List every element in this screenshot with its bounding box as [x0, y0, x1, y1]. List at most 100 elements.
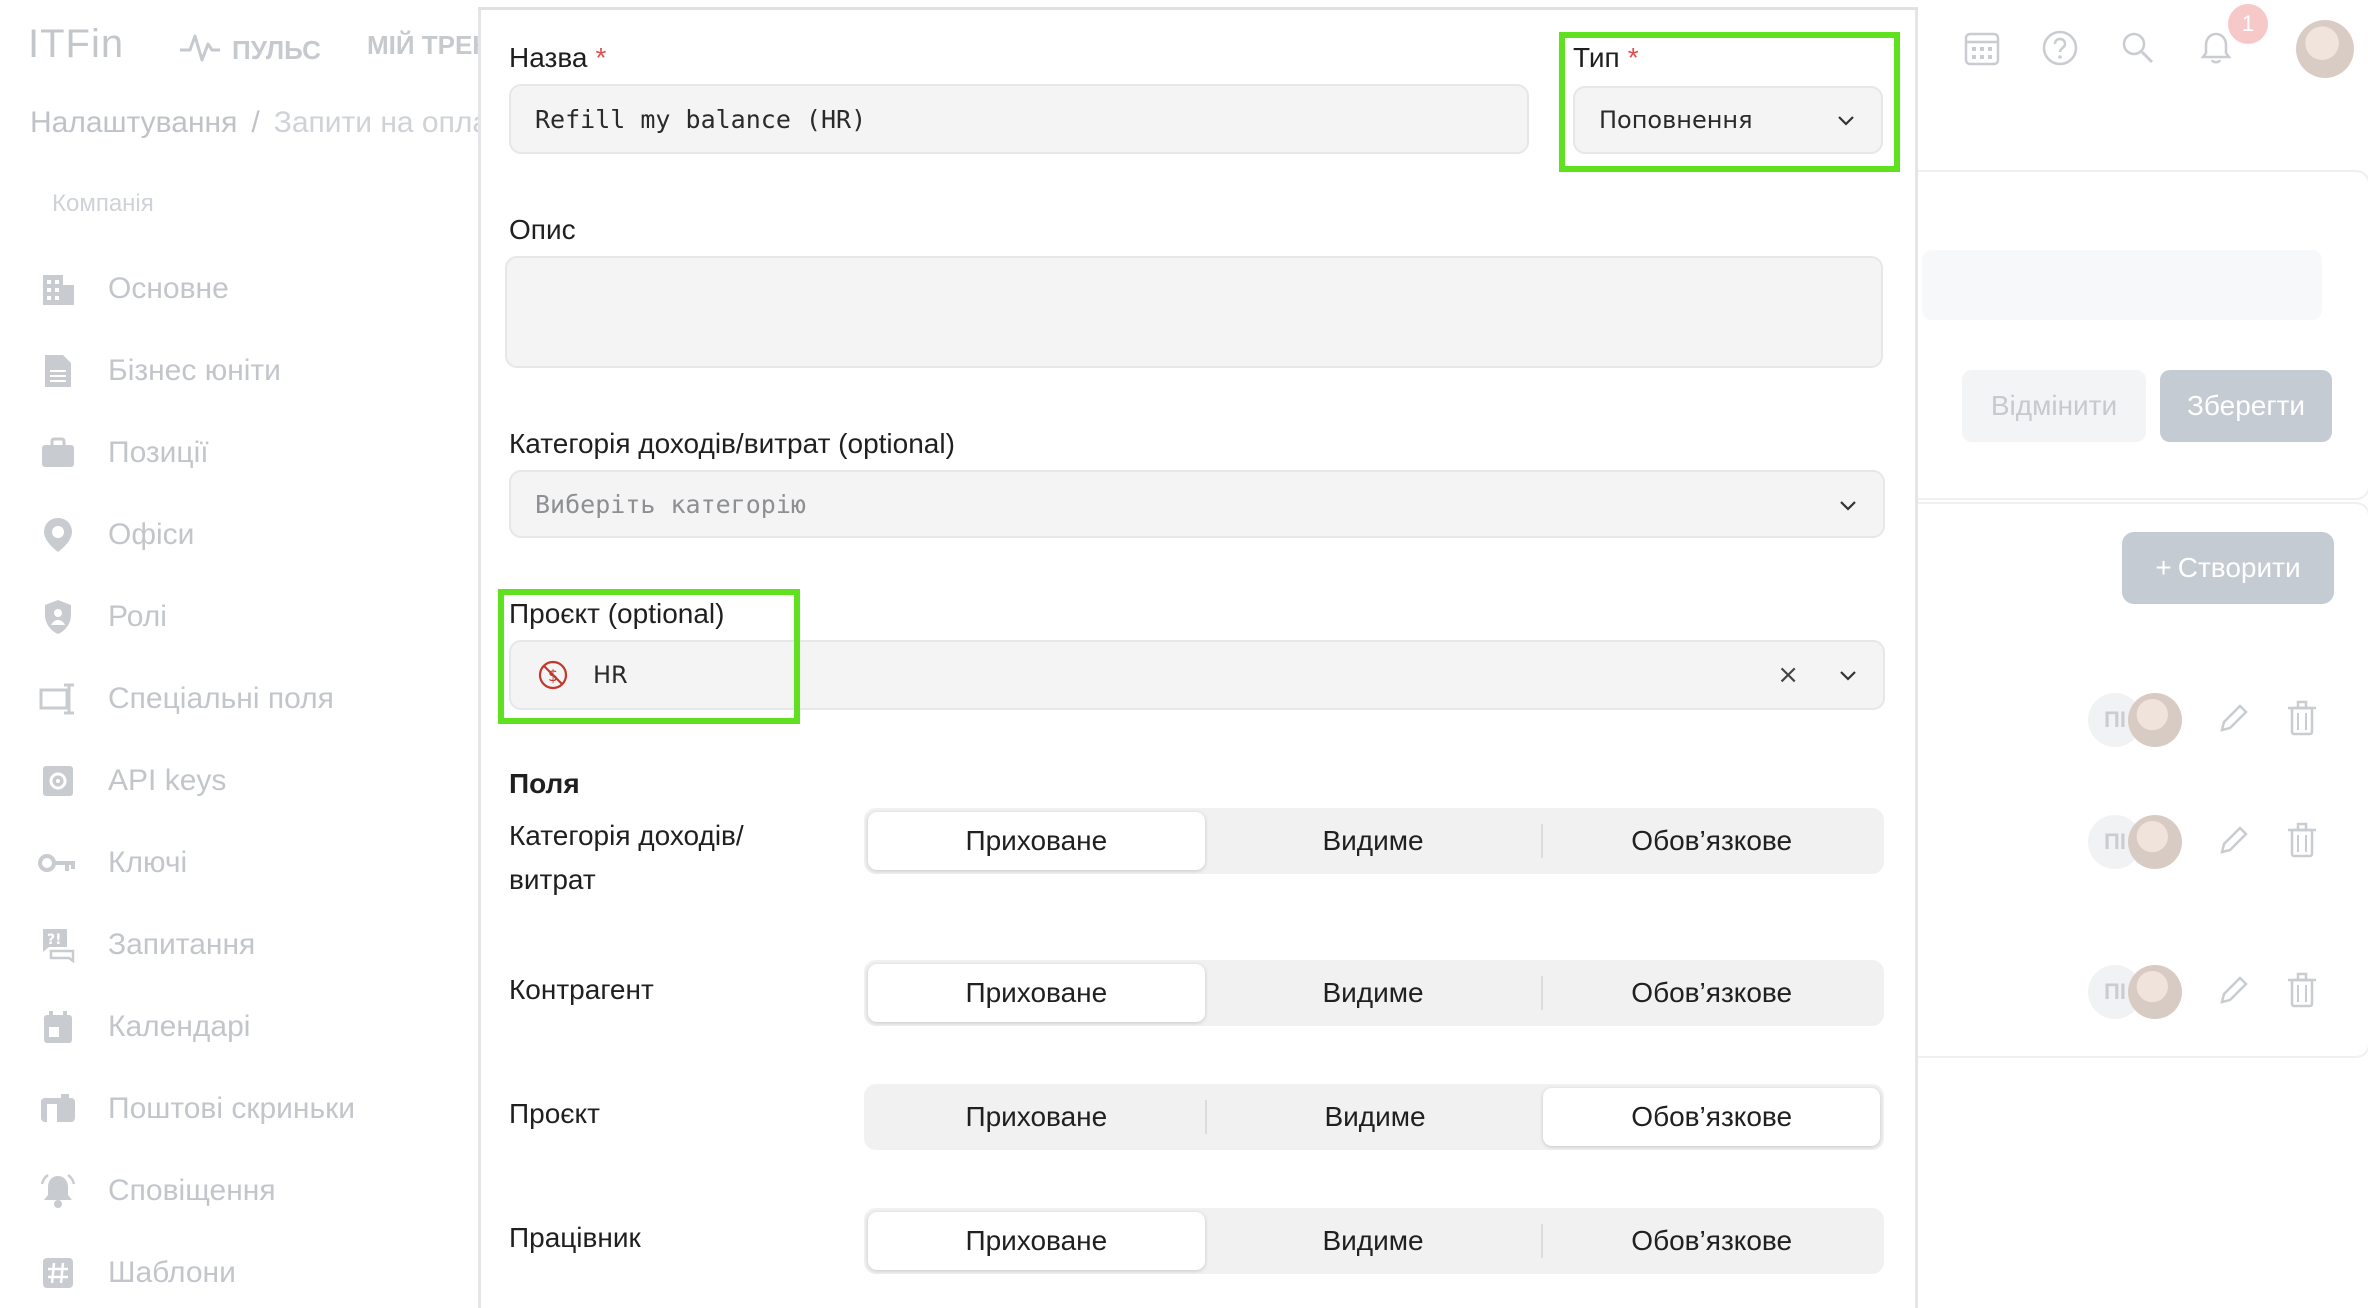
option-hidden[interactable]: Приховане [868, 812, 1205, 870]
breadcrumb-separator: / [251, 106, 260, 139]
sidebar-item-notifications[interactable]: Сповіщення [38, 1150, 355, 1232]
sidebar-item-custom-fields[interactable]: Спеціальні поля [38, 658, 355, 740]
user-avatar[interactable] [2296, 20, 2354, 78]
fields-section-title: Поля [509, 768, 580, 799]
pulse-icon [178, 30, 222, 71]
sidebar-item-mailboxes[interactable]: Поштові скриньки [38, 1068, 355, 1150]
name-input[interactable]: Refill my balance (HR) [509, 84, 1529, 154]
avatar [2128, 693, 2182, 747]
plus-icon: + [2155, 552, 2172, 583]
sidebar-item-label: Шаблони [108, 1256, 236, 1289]
sidebar-item-label: Запитання [108, 928, 256, 961]
location-pin-icon [38, 515, 78, 555]
settings-card [1900, 170, 2368, 500]
building-icon [38, 269, 78, 309]
hash-icon [38, 1253, 78, 1293]
save-button[interactable]: Зберегти [2160, 370, 2332, 442]
name-input-value: Refill my balance (HR) [535, 104, 867, 134]
option-visible[interactable]: Видиме [1205, 964, 1542, 1022]
option-visible[interactable]: Видиме [1207, 1088, 1544, 1146]
option-hidden[interactable]: Приховане [868, 1212, 1205, 1270]
sidebar-item-api-keys[interactable]: API keys [38, 740, 355, 822]
field-label-counterparty: Контрагент [509, 974, 654, 1005]
sidebar-item-roles[interactable]: Ролі [38, 576, 355, 658]
mailbox-icon [38, 1089, 78, 1129]
sidebar-item-label: API keys [108, 764, 227, 797]
description-label: Опис [509, 214, 576, 245]
nav-item-label: ПУЛЬС [232, 35, 321, 65]
sidebar-item-templates[interactable]: Шаблони [38, 1232, 355, 1308]
pencil-icon[interactable] [2216, 972, 2252, 1013]
sidebar-item-calendars[interactable]: Календарі [38, 986, 355, 1068]
name-label-text: Назва [509, 42, 588, 73]
svg-text:?!: ?! [47, 932, 62, 948]
required-mark: * [595, 42, 607, 73]
modal-top-border [478, 0, 1918, 10]
sidebar-item-label: Основне [108, 272, 229, 305]
question-chat-icon: ?! [38, 925, 78, 965]
sidebar-item-label: Позиції [108, 436, 209, 469]
option-hidden[interactable]: Приховане [868, 964, 1205, 1022]
visibility-segmented-control: Приховане Видиме Обов’язкове [864, 960, 1884, 1026]
sidebar-item-positions[interactable]: Позиції [38, 412, 355, 494]
top-nav: ПУЛЬС МІЙ ТРЕКЕ [178, 30, 506, 71]
category-select[interactable]: Виберіть категорію [509, 470, 1885, 538]
sidebar-item-questions[interactable]: ?! Запитання [38, 904, 355, 986]
trash-icon[interactable] [2286, 972, 2318, 1013]
sidebar-item-business-units[interactable]: Бізнес юніти [38, 330, 355, 412]
type-highlight-box [1559, 32, 1900, 172]
sidebar-item-label: Бізнес юніти [108, 354, 281, 387]
field-label-category: Категорія доходів/ витрат [509, 820, 744, 895]
sidebar-item-keys[interactable]: Ключі [38, 822, 355, 904]
sidebar-item-offices[interactable]: Офіси [38, 494, 355, 576]
option-visible[interactable]: Видиме [1205, 1212, 1542, 1270]
description-textarea[interactable] [505, 256, 1883, 368]
sidebar: Основне Бізнес юніти Позиції Офіси Ролі … [38, 248, 355, 1308]
chevron-down-icon [1837, 493, 1859, 515]
cancel-button[interactable]: Відмінити [1962, 370, 2146, 442]
pencil-icon[interactable] [2216, 700, 2252, 741]
sidebar-item-label: Ключі [108, 846, 188, 879]
shield-icon [38, 597, 78, 637]
option-hidden[interactable]: Приховане [868, 1088, 1205, 1146]
avatar [2128, 965, 2182, 1019]
help-icon[interactable] [2040, 28, 2080, 68]
trash-icon[interactable] [2286, 822, 2318, 863]
custom-field-icon [38, 679, 78, 719]
breadcrumb: Налаштування / Запити на опла [30, 106, 489, 140]
option-required[interactable]: Обов’язкове [1543, 1212, 1880, 1270]
trash-icon[interactable] [2286, 700, 2318, 741]
calendar-grid-icon[interactable] [1962, 28, 2002, 68]
list-item: ПІ [2088, 688, 2318, 752]
app-logo: ITFin [28, 22, 125, 66]
breadcrumb-settings[interactable]: Налаштування [30, 106, 237, 139]
avatar [2128, 815, 2182, 869]
sidebar-item-label: Календарі [108, 1010, 251, 1043]
calendar-icon [38, 1007, 78, 1047]
name-label: Назва * [509, 42, 606, 74]
category-placeholder: Виберіть категорію [535, 489, 806, 519]
field-label-project: Проєкт [509, 1098, 600, 1129]
notification-count-badge: 1 [2228, 4, 2268, 44]
nav-item-pulse[interactable]: ПУЛЬС [178, 30, 321, 71]
option-required[interactable]: Обов’язкове [1543, 964, 1880, 1022]
breadcrumb-current: Запити на опла [273, 106, 490, 139]
option-required[interactable]: Обов’язкове [1543, 1088, 1881, 1146]
visibility-segmented-control: Приховане Видиме Обов’язкове [864, 1084, 1884, 1150]
category-label: Категорія доходів/витрат (optional) [509, 428, 955, 459]
option-visible[interactable]: Видиме [1205, 812, 1542, 870]
option-required[interactable]: Обов’язкове [1543, 812, 1880, 870]
key-icon [38, 843, 78, 883]
sidebar-item-basic[interactable]: Основне [38, 248, 355, 330]
pencil-icon[interactable] [2216, 822, 2252, 863]
document-icon [38, 351, 78, 391]
briefcase-icon [38, 433, 78, 473]
create-button-label: Створити [2177, 552, 2301, 583]
list-item: ПІ [2088, 960, 2318, 1024]
sidebar-item-label: Офіси [108, 518, 195, 551]
create-button[interactable]: + Створити [2122, 532, 2334, 604]
card-input[interactable] [1922, 250, 2322, 320]
clear-icon[interactable]: × [1777, 660, 1799, 690]
visibility-segmented-control: Приховане Видиме Обов’язкове [864, 1208, 1884, 1274]
search-icon[interactable] [2118, 28, 2158, 68]
